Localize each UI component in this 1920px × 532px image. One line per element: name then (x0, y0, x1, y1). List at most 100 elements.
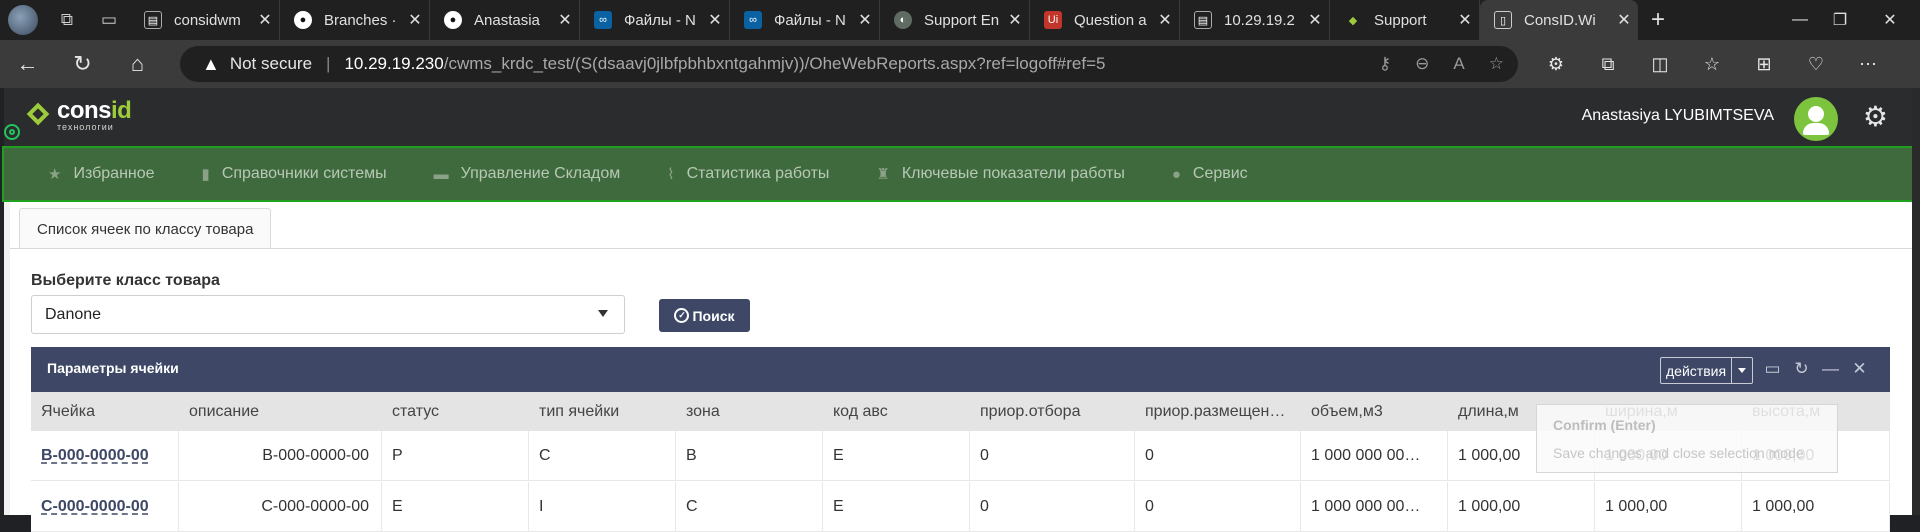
browser-tab[interactable]: ▤ considwm ✕ (130, 0, 280, 40)
close-tab-icon[interactable]: ✕ (1451, 10, 1479, 30)
collections-icon[interactable]: ⊞ (1738, 54, 1790, 75)
actions-dropdown[interactable]: действия (1660, 357, 1754, 384)
extensions-icon[interactable]: ⧉ (1582, 54, 1634, 75)
search-button[interactable]: ✓ Поиск (659, 299, 750, 332)
menu-item-kpi[interactable]: ♜ Ключевые показатели работы (876, 165, 1124, 183)
menu-item-statistics[interactable]: ⌇ Статистика работы (667, 165, 829, 183)
column-header[interactable]: статус (382, 392, 529, 431)
new-tab-button[interactable]: + (1638, 0, 1678, 40)
close-icon[interactable]: ✕ (1851, 359, 1868, 379)
browser-tab[interactable]: ◆ Support ✕ (1330, 0, 1480, 40)
close-window-icon[interactable]: ✕ (1860, 0, 1920, 40)
table-row[interactable]: C-000-0000-00 C-000-0000-00 E I C E 0 0 … (31, 482, 1890, 532)
table-cell: 1 000,00 (1448, 482, 1595, 532)
actions-label[interactable]: действия (1661, 358, 1733, 383)
column-header[interactable]: зона (676, 392, 823, 431)
home-button[interactable]: ⌂ (110, 40, 165, 88)
close-tab-icon[interactable]: ✕ (851, 10, 879, 30)
browser-tab[interactable]: ● Anastasia ✕ (430, 0, 580, 40)
consid-logo[interactable]: consid технологии (26, 97, 132, 132)
logo-name: cons (57, 97, 112, 124)
uipath-icon: Ui (1044, 11, 1062, 29)
table-cell: B (676, 431, 823, 481)
column-header[interactable]: тип ячейки (529, 392, 676, 431)
cell-link[interactable]: C-000-0000-00 (31, 482, 179, 532)
column-header[interactable]: описание (179, 392, 382, 431)
browser-essentials-icon[interactable]: ♡ (1790, 54, 1842, 75)
favorite-star-icon[interactable]: ☆ (1489, 54, 1504, 74)
back-button[interactable]: ← (0, 40, 55, 88)
menu-item-service[interactable]: ● Сервис (1172, 165, 1248, 183)
not-secure-label[interactable]: Not secure (230, 54, 312, 74)
close-tab-icon[interactable]: ✕ (401, 10, 429, 30)
panel-title: Параметры ячейки (47, 360, 179, 376)
column-header[interactable]: код авс (823, 392, 970, 431)
close-tab-icon[interactable]: ✕ (701, 10, 729, 30)
selected-value: Danone (45, 305, 102, 323)
key-icon[interactable]: ⚷ (1379, 54, 1391, 74)
collapse-icon[interactable]: — (1822, 359, 1839, 379)
logo-mark-icon (26, 102, 52, 128)
menu-item-warehouse[interactable]: ▬ Управление Складом (434, 165, 621, 183)
consid-icon: ◆ (1348, 14, 1358, 27)
nextcloud-icon: ∞ (744, 11, 762, 29)
tab-label: Question a (1074, 11, 1147, 29)
tab-cell-list[interactable]: Список ячеек по классу товара (19, 208, 272, 249)
close-tab-icon[interactable]: ✕ (1301, 10, 1329, 30)
column-header[interactable]: приор.размещен… (1135, 392, 1301, 431)
close-tab-icon[interactable]: ✕ (1610, 10, 1638, 30)
tab-actions-icon[interactable]: ▭ (88, 0, 130, 40)
close-tab-icon[interactable]: ✕ (251, 10, 279, 30)
menu-label: Справочники системы (221, 165, 387, 182)
github-icon: ● (294, 11, 312, 29)
address-bar[interactable]: ▲ Not secure | 10.29.19.230/cwms_krdc_te… (180, 46, 1518, 82)
page-scrollbar[interactable] (1912, 88, 1920, 515)
zoom-icon[interactable]: ⊖ (1415, 54, 1429, 74)
read-aloud-icon[interactable]: A (1453, 54, 1464, 74)
column-header[interactable]: приор.отбора (970, 392, 1135, 431)
more-menu-icon[interactable]: ⋯ (1842, 54, 1894, 75)
table-cell: C-000-0000-00 (179, 482, 382, 532)
browser-tab[interactable]: ● Branches · ✕ (280, 0, 430, 40)
chart-icon: ⌇ (667, 166, 675, 183)
menu-item-favorites[interactable]: ★ Избранное (48, 165, 155, 183)
user-avatar[interactable] (1794, 97, 1838, 141)
close-tab-icon[interactable]: ✕ (551, 10, 579, 30)
browser-tab-active[interactable]: ▯ ConsID.Wi ✕ (1480, 0, 1638, 40)
split-screen-icon[interactable]: ◫ (1634, 54, 1686, 75)
browser-tab[interactable]: ◐ Support En ✕ (880, 0, 1030, 40)
workspaces-icon[interactable]: ⧉ (46, 0, 88, 40)
close-tab-icon[interactable]: ✕ (1151, 10, 1179, 30)
tab-label: Файлы - N (774, 11, 846, 29)
tab-label: Support En (924, 11, 1000, 29)
address-separator: | (326, 54, 331, 73)
product-class-select[interactable]: Danone (31, 295, 625, 334)
settings-gear-icon[interactable]: ⚙ (1863, 100, 1888, 133)
favorites-icon[interactable]: ☆ (1686, 54, 1738, 75)
browser-tab[interactable]: ▤ 10.29.19.2 ✕ (1180, 0, 1330, 40)
column-header[interactable]: объем,м3 (1301, 392, 1448, 431)
chevron-down-icon[interactable] (1732, 358, 1752, 383)
browser-tab[interactable]: ∞ Файлы - N ✕ (730, 0, 880, 40)
trophy-icon: ♜ (876, 166, 890, 183)
browser-tab[interactable]: Ui Question a ✕ (1030, 0, 1180, 40)
cell-link[interactable]: B-000-0000-00 (31, 431, 179, 481)
reload-button[interactable]: ↻ (55, 40, 110, 88)
table-cell: 1 000 000 00… (1301, 431, 1448, 481)
refresh-icon[interactable]: ↻ (1793, 359, 1810, 379)
table-cell: 1 000,00 (1742, 482, 1890, 532)
column-header[interactable]: Ячейка (31, 392, 179, 431)
star-icon: ★ (48, 166, 62, 183)
menu-label: Сервис (1192, 165, 1248, 182)
user-name[interactable]: Anastasiya LYUBIMTSEVA (1582, 107, 1774, 125)
tab-label: Support (1374, 11, 1427, 29)
extension-gear-icon[interactable]: ⚙ (1530, 54, 1582, 75)
browser-tab[interactable]: ∞ Файлы - N ✕ (580, 0, 730, 40)
menu-item-references[interactable]: ▮ Справочники системы (202, 165, 387, 183)
support-icon: ◐ (894, 11, 912, 29)
close-tab-icon[interactable]: ✕ (1001, 10, 1029, 30)
menu-label: Ключевые показатели работы (901, 165, 1125, 182)
maximize-icon[interactable]: ▭ (1764, 359, 1781, 379)
main-menu: ★ Избранное ▮ Справочники системы ▬ Управле… (2, 146, 1914, 202)
profile-avatar[interactable] (0, 0, 46, 40)
